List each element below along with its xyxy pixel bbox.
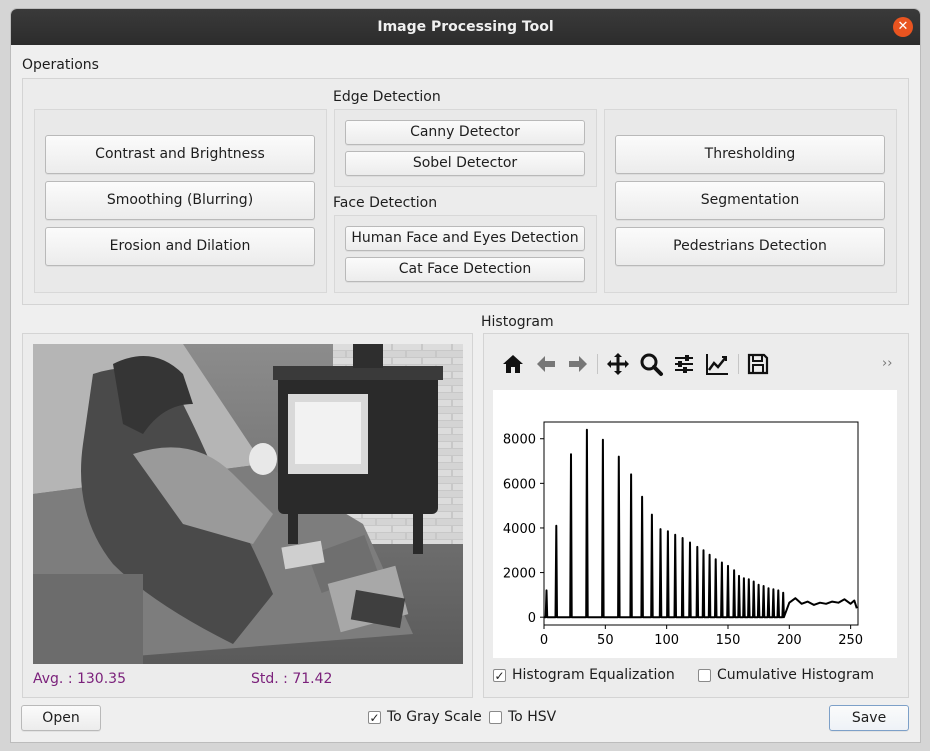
gray-scale-label: To Gray Scale <box>387 709 482 725</box>
cat-face-detection-button[interactable]: Cat Face Detection <box>345 257 585 282</box>
y-tick-label: 0 <box>528 611 536 626</box>
x-tick-label: 150 <box>716 633 741 648</box>
histogram-chart: 0 50 100 150 200 250 0 2000 4000 6000 8000 <box>503 421 863 648</box>
plot-toolbar: ›› <box>498 350 898 378</box>
erosion-dilation-button[interactable]: Erosion and Dilation <box>45 227 315 266</box>
zoom-icon[interactable] <box>638 351 664 377</box>
histogram-label: Histogram <box>481 314 554 330</box>
check-icon: ✓ <box>369 711 380 725</box>
face-eyes-detection-button[interactable]: Human Face and Eyes Detection <box>345 226 585 251</box>
edge-detection-label: Edge Detection <box>333 89 441 105</box>
plot-axes-frame <box>543 421 859 626</box>
x-tick-label: 0 <box>540 633 548 648</box>
y-tick-label: 2000 <box>503 567 536 582</box>
y-tick-label: 4000 <box>503 522 536 537</box>
preview-image-graphic <box>33 344 463 664</box>
histogram-equalization-label: Histogram Equalization <box>512 667 675 683</box>
histogram-series-line <box>544 428 858 619</box>
edit-axis-icon[interactable] <box>704 351 730 377</box>
toolbar-overflow-button[interactable]: ›› <box>882 356 892 371</box>
save-button[interactable]: Save <box>829 705 909 731</box>
y-tick-label: 6000 <box>503 477 536 492</box>
gray-scale-checkbox[interactable]: ✓ <box>368 711 381 724</box>
x-tick-label: 200 <box>777 633 802 648</box>
forward-arrow-icon[interactable] <box>565 351 591 377</box>
x-tick-label: 100 <box>654 633 679 648</box>
operations-label: Operations <box>22 57 99 73</box>
segmentation-button[interactable]: Segmentation <box>615 181 885 220</box>
smoothing-button[interactable]: Smoothing (Blurring) <box>45 181 315 220</box>
hsv-checkbox[interactable] <box>489 711 502 724</box>
x-tick-label: 250 <box>838 633 863 648</box>
thresholding-button[interactable]: Thresholding <box>615 135 885 174</box>
configure-subplots-icon[interactable] <box>671 351 697 377</box>
pedestrians-detection-button[interactable]: Pedestrians Detection <box>615 227 885 266</box>
avg-value: Avg. : 130.35 <box>33 671 126 687</box>
pan-icon[interactable] <box>605 351 631 377</box>
toolbar-separator-2 <box>738 354 739 374</box>
save-icon[interactable] <box>745 351 771 377</box>
sobel-detector-button[interactable]: Sobel Detector <box>345 151 585 176</box>
hsv-label: To HSV <box>508 709 557 725</box>
std-value: Std. : 71.42 <box>251 671 333 687</box>
canny-detector-button[interactable]: Canny Detector <box>345 120 585 145</box>
close-button[interactable]: ✕ <box>893 17 913 37</box>
window-title: Image Processing Tool <box>377 19 554 35</box>
back-arrow-icon[interactable] <box>533 351 559 377</box>
open-button[interactable]: Open <box>21 705 101 731</box>
cumulative-histogram-label: Cumulative Histogram <box>717 667 874 683</box>
face-detection-label: Face Detection <box>333 195 438 211</box>
histogram-equalization-checkbox[interactable]: ✓ <box>493 669 506 682</box>
home-icon[interactable] <box>500 351 526 377</box>
preview-image <box>33 344 463 664</box>
close-icon: ✕ <box>897 19 909 34</box>
cumulative-histogram-checkbox[interactable] <box>698 669 711 682</box>
contrast-brightness-button[interactable]: Contrast and Brightness <box>45 135 315 174</box>
x-tick-label: 50 <box>597 633 614 648</box>
toolbar-separator <box>597 354 598 374</box>
histogram-plot: 0 50 100 150 200 250 0 2000 4000 6000 8000 <box>493 390 897 658</box>
y-tick-label: 8000 <box>503 433 536 448</box>
check-icon: ✓ <box>494 669 505 683</box>
